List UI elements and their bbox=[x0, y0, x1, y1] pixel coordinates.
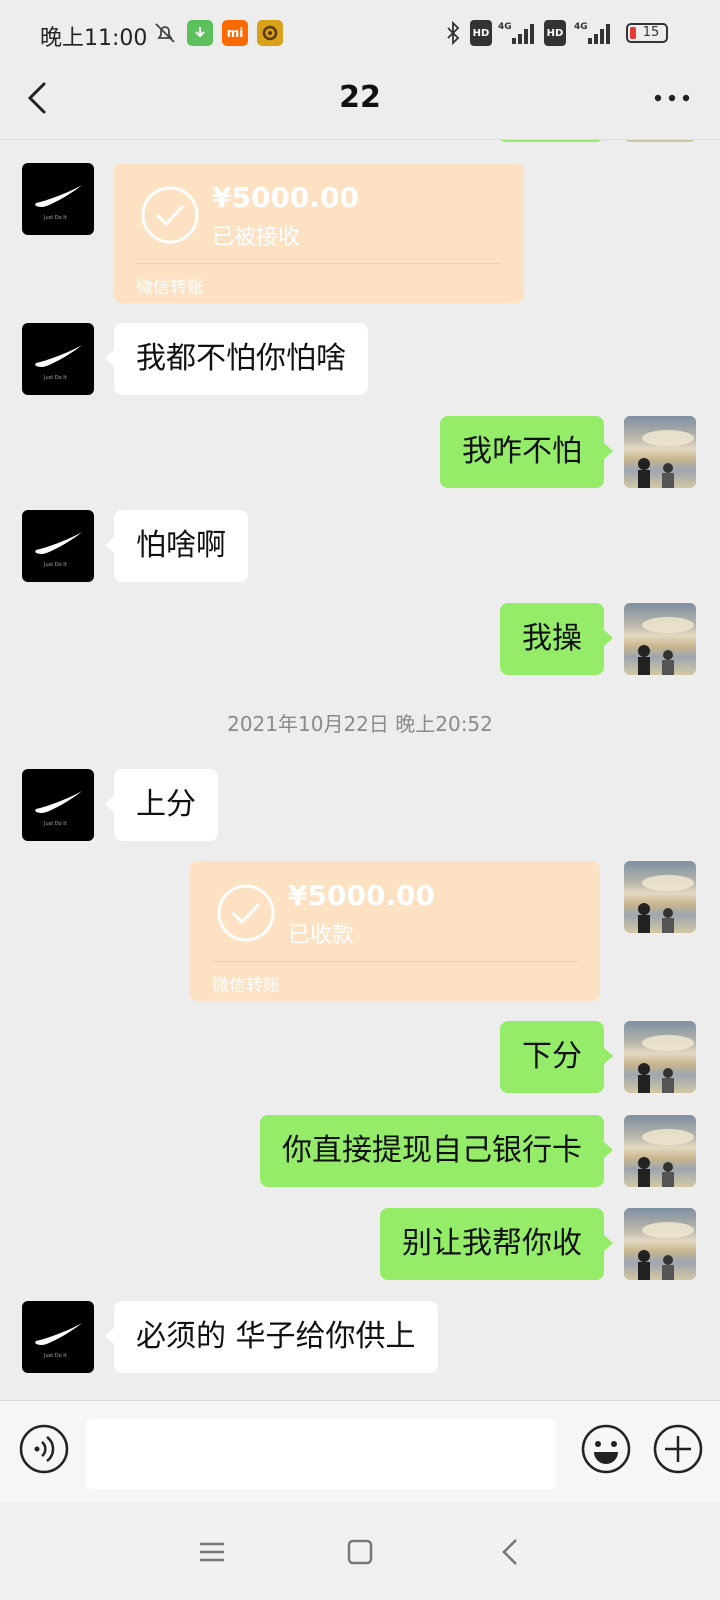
check-circle-icon bbox=[141, 186, 199, 244]
input-toolbar bbox=[0, 1400, 720, 1502]
user-avatar[interactable] bbox=[624, 1208, 696, 1280]
menu-icon[interactable] bbox=[190, 1530, 234, 1574]
transfer-card[interactable]: ¥5000.00 已收款 微信转账 bbox=[190, 861, 600, 1001]
divider bbox=[136, 263, 502, 264]
message-timestamp: 2021年10月22日 晚上20:52 bbox=[227, 712, 493, 736]
mi-icon: mi bbox=[222, 20, 248, 46]
user-avatar[interactable] bbox=[624, 1115, 696, 1187]
transfer-status: 已被接收 bbox=[212, 225, 301, 250]
contact-avatar[interactable]: Just Do It bbox=[22, 510, 94, 582]
message-bubble[interactable]: 下分 bbox=[500, 1021, 613, 1093]
bluetooth-icon bbox=[442, 20, 464, 46]
more-functions-button[interactable] bbox=[652, 1423, 704, 1475]
contact-avatar[interactable]: Just Do It bbox=[22, 769, 94, 841]
message-bubble[interactable]: 你直接提现自己银行卡 bbox=[260, 1115, 613, 1187]
emoji-button[interactable] bbox=[580, 1423, 632, 1475]
battery-level: 15 bbox=[642, 25, 660, 40]
battery-icon: 15 bbox=[624, 20, 670, 46]
contact-avatar[interactable]: Just Do It bbox=[22, 323, 94, 395]
contact-avatar[interactable]: Just Do It bbox=[22, 163, 94, 235]
svg-text:Just Do It: Just Do It bbox=[43, 1353, 67, 1359]
user-avatar[interactable] bbox=[624, 603, 696, 675]
signal-icon: 4G bbox=[574, 20, 612, 46]
download-icon bbox=[187, 20, 213, 46]
user-avatar[interactable] bbox=[624, 416, 696, 488]
hd-icon: HD bbox=[544, 20, 566, 46]
transfer-status: 已收款 bbox=[288, 923, 355, 948]
svg-text:4G: 4G bbox=[498, 22, 512, 32]
message-bubble[interactable]: 我都不怕你怕啥 bbox=[105, 323, 368, 395]
chat-message-list[interactable]: Just Do It ¥5000.00 已被接收 微信转账 Just Do It… bbox=[0, 140, 720, 1400]
message-bubble[interactable]: 别让我帮你收 bbox=[380, 1208, 613, 1280]
user-avatar[interactable] bbox=[624, 861, 696, 933]
message-bubble[interactable]: 上分 bbox=[105, 769, 218, 841]
partial-message bbox=[498, 140, 604, 142]
message-bubble[interactable]: 怕啥啊 bbox=[105, 510, 248, 582]
svg-text:Just Do It: Just Do It bbox=[43, 375, 67, 381]
svg-text:Just Do It: Just Do It bbox=[43, 215, 67, 221]
check-circle-icon bbox=[217, 884, 275, 942]
status-time: 晚上11:00 bbox=[40, 26, 148, 51]
app-icon bbox=[257, 20, 283, 46]
divider bbox=[212, 961, 578, 962]
signal-icon: 4G bbox=[498, 20, 536, 46]
back-icon[interactable] bbox=[490, 1530, 534, 1574]
hd-icon: HD bbox=[470, 20, 492, 46]
chat-title: 22 bbox=[339, 80, 381, 115]
svg-text:Just Do It: Just Do It bbox=[43, 562, 67, 568]
message-bubble[interactable]: 我操 bbox=[500, 603, 613, 675]
status-bar: 晚上11:00 mi HD 4G HD 4G 15 bbox=[0, 0, 720, 70]
message-bubble[interactable]: 我咋不怕 bbox=[440, 416, 613, 488]
user-avatar[interactable] bbox=[624, 1021, 696, 1093]
voice-input-button[interactable] bbox=[18, 1423, 70, 1475]
avatar[interactable] bbox=[624, 140, 696, 142]
more-options-button[interactable] bbox=[650, 82, 694, 114]
message-bubble[interactable]: 必须的 华子给你供上 bbox=[105, 1301, 438, 1373]
transfer-label: 微信转账 bbox=[136, 278, 204, 298]
transfer-card[interactable]: ¥5000.00 已被接收 微信转账 bbox=[114, 163, 524, 303]
transfer-amount: ¥5000.00 bbox=[288, 879, 436, 912]
mute-bell-icon bbox=[152, 20, 178, 46]
system-navigation-bar bbox=[0, 1502, 720, 1600]
transfer-amount: ¥5000.00 bbox=[212, 181, 360, 214]
message-input[interactable] bbox=[86, 1419, 556, 1489]
svg-text:4G: 4G bbox=[574, 22, 588, 32]
home-icon[interactable] bbox=[338, 1530, 382, 1574]
transfer-label: 微信转账 bbox=[212, 976, 280, 996]
contact-avatar[interactable]: Just Do It bbox=[22, 1301, 94, 1373]
svg-text:Just Do It: Just Do It bbox=[43, 821, 67, 827]
